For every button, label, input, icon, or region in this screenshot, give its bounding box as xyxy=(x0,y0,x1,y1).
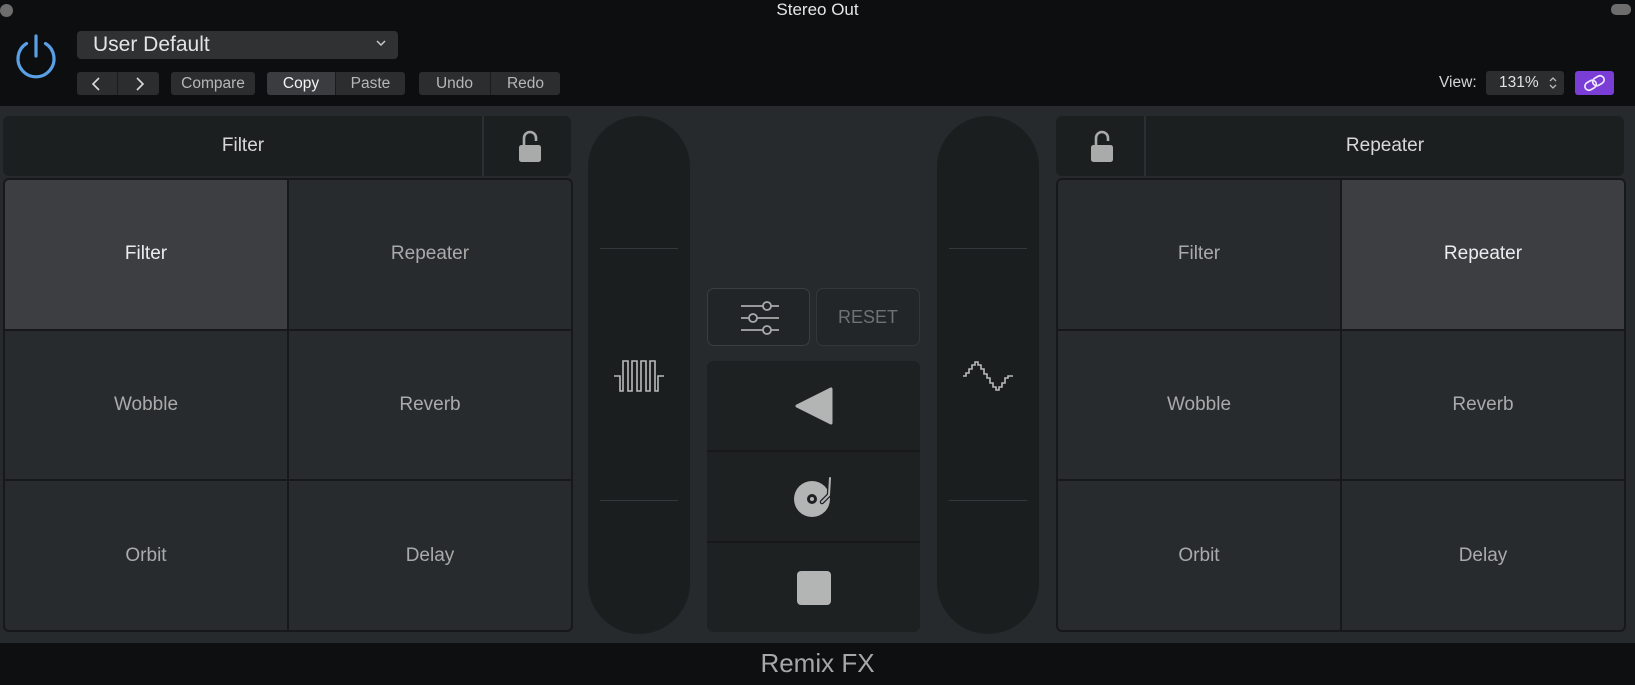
xy-grid-line xyxy=(600,500,678,501)
redo-button[interactable]: Redo xyxy=(491,72,560,95)
right-effect-title: Repeater xyxy=(1345,135,1425,156)
right-pad-delay[interactable]: Delay xyxy=(1342,481,1624,630)
right-effect-grid: Filter Repeater Wobble Reverb Orbit Dela… xyxy=(1056,178,1626,632)
left-effect-grid: Filter Repeater Wobble Reverb Orbit Dela… xyxy=(3,178,573,632)
stop-button[interactable] xyxy=(707,543,920,632)
left-effect-header: Filter xyxy=(3,116,571,176)
paste-button[interactable]: Paste xyxy=(336,72,405,95)
chevron-right-icon xyxy=(135,77,144,91)
right-effect-header: Repeater xyxy=(1056,116,1624,176)
undo-button[interactable]: Undo xyxy=(419,72,490,95)
left-pad-wobble[interactable]: Wobble xyxy=(5,330,287,480)
view-zoom-select[interactable]: 131% xyxy=(1486,71,1564,95)
scratch-button[interactable] xyxy=(707,452,920,541)
next-preset-button[interactable] xyxy=(118,72,159,95)
sliders-icon xyxy=(741,301,779,335)
xy-grid-line xyxy=(600,248,678,249)
reverse-button[interactable] xyxy=(707,361,920,450)
preset-dropdown[interactable]: User Default xyxy=(77,31,398,59)
copy-button[interactable]: Copy xyxy=(267,72,335,95)
transport-controls xyxy=(707,361,920,632)
right-pad-orbit[interactable]: Orbit xyxy=(1058,481,1340,630)
chevron-left-icon xyxy=(91,77,100,91)
left-lock-button[interactable] xyxy=(484,116,572,176)
left-pad-reverb[interactable]: Reverb xyxy=(289,330,571,480)
plugin-footer: Remix FX xyxy=(0,643,1635,685)
window-title: Stereo Out xyxy=(776,0,859,19)
left-effect-title: Filter xyxy=(221,135,265,156)
left-pad-orbit[interactable]: Orbit xyxy=(5,481,287,630)
left-xy-pad[interactable] xyxy=(588,116,690,634)
right-xy-pad[interactable] xyxy=(937,116,1039,634)
right-pad-wobble[interactable]: Wobble xyxy=(1058,330,1340,480)
remix-fx-panel: Filter Filter Repeater Wobble Reverb Orb… xyxy=(0,106,1635,643)
chevron-down-icon xyxy=(376,40,386,47)
previous-preset-button[interactable] xyxy=(77,72,117,95)
right-pad-filter[interactable]: Filter xyxy=(1058,180,1340,329)
preset-name: User Default xyxy=(93,33,210,56)
right-lock-button[interactable] xyxy=(1056,116,1144,176)
turntable-icon xyxy=(793,475,832,517)
view-zoom-value: 131% xyxy=(1499,74,1539,91)
plugin-name: Remix FX xyxy=(760,648,875,678)
window-resize-icon[interactable] xyxy=(1611,4,1631,15)
plugin-header: User Default Compare Copy Paste Undo Red… xyxy=(0,22,1635,106)
left-pad-repeater[interactable]: Repeater xyxy=(289,180,571,329)
square-wave-icon xyxy=(614,360,664,392)
right-pad-reverb[interactable]: Reverb xyxy=(1342,330,1624,480)
power-icon[interactable] xyxy=(12,32,60,80)
xy-grid-line xyxy=(949,500,1027,501)
left-pad-filter[interactable]: Filter xyxy=(5,180,287,329)
title-bar: Stereo Out xyxy=(0,0,1635,22)
unlock-icon xyxy=(1091,130,1113,162)
stepped-sine-wave-icon xyxy=(963,361,1013,391)
up-down-chevron-icon xyxy=(1549,77,1557,89)
right-pad-repeater[interactable]: Repeater xyxy=(1342,180,1624,329)
reverse-play-icon xyxy=(795,387,832,424)
link-button[interactable] xyxy=(1575,71,1614,95)
stop-icon xyxy=(796,570,831,605)
settings-button[interactable] xyxy=(707,288,810,346)
reset-button[interactable]: RESET xyxy=(816,288,920,346)
unlock-icon xyxy=(519,130,541,162)
xy-grid-line xyxy=(949,248,1027,249)
compare-button[interactable]: Compare xyxy=(171,72,255,95)
left-pad-delay[interactable]: Delay xyxy=(289,481,571,630)
link-icon xyxy=(1584,74,1605,92)
view-label: View: xyxy=(1439,74,1477,91)
